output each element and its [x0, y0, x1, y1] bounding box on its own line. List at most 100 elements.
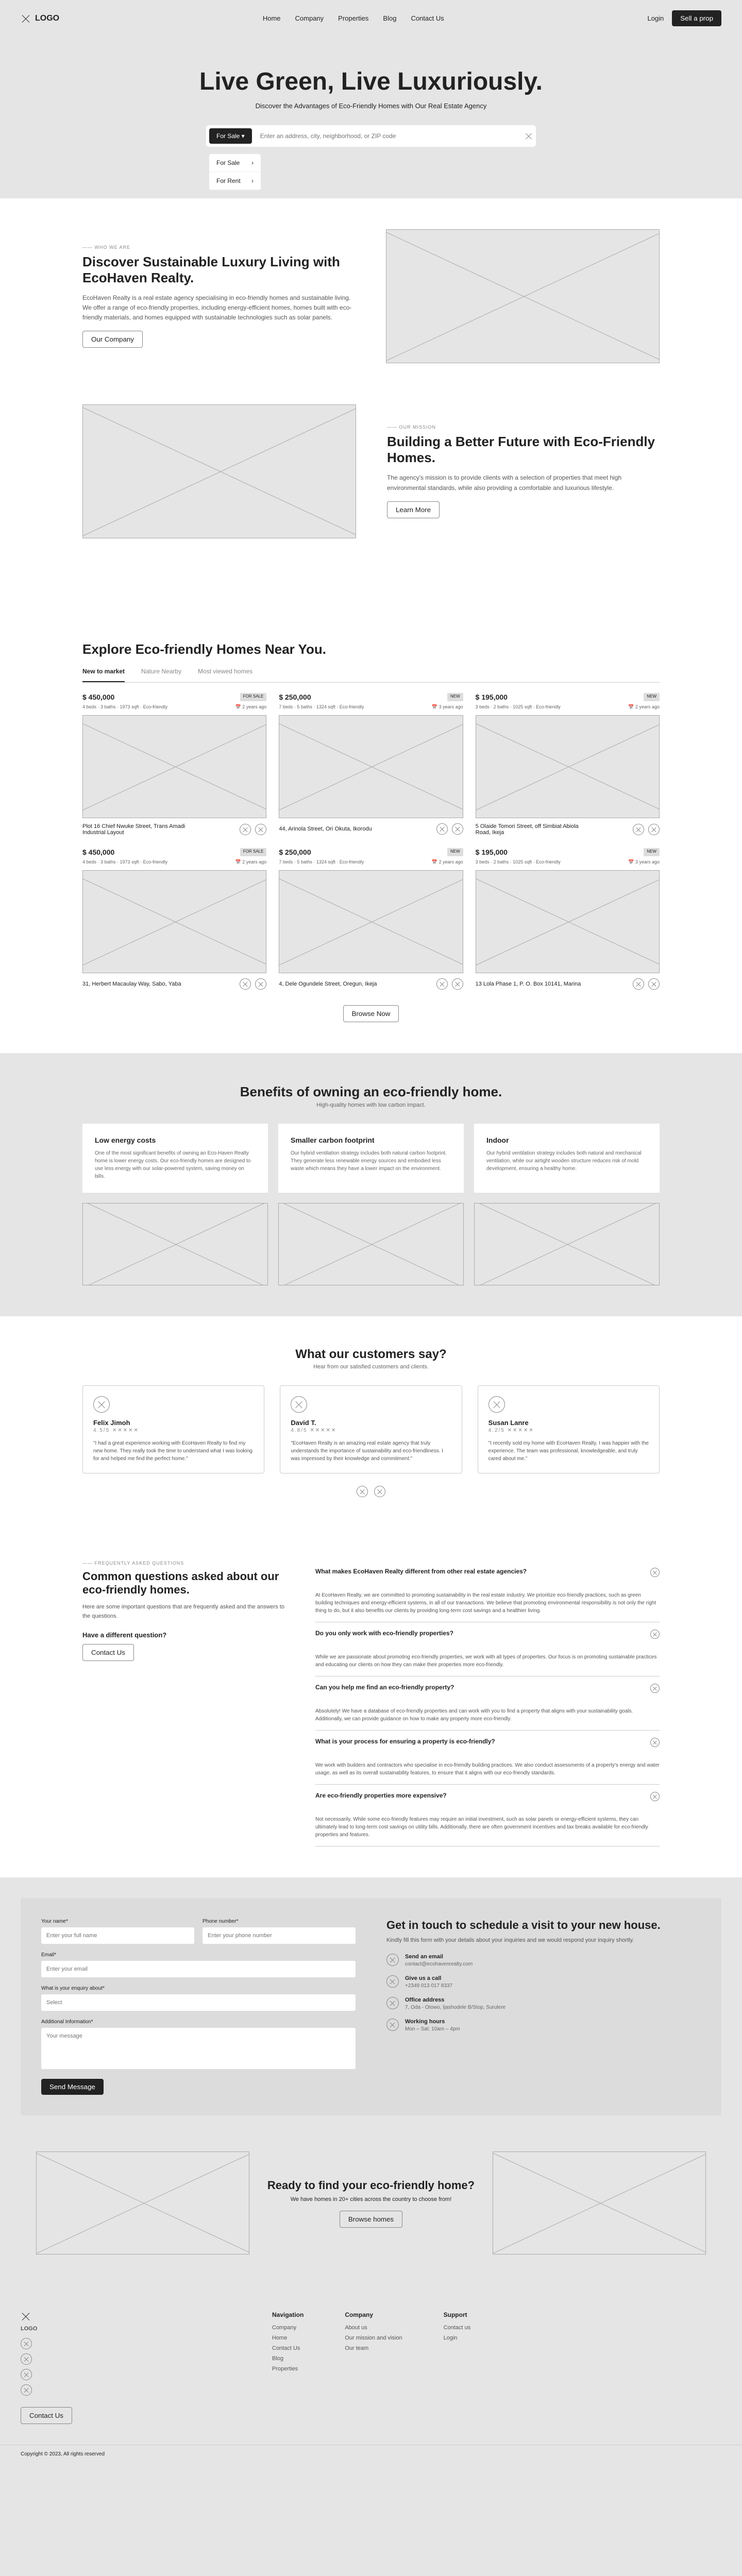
- logo[interactable]: LOGO: [21, 13, 59, 24]
- footer: LOGO Contact Us Navigation Company Home …: [0, 2291, 742, 2445]
- share-icon[interactable]: [452, 823, 463, 835]
- send-button[interactable]: Send Message: [41, 2079, 104, 2095]
- faq-item[interactable]: What makes EcoHaven Realty different fro…: [315, 1561, 660, 1622]
- benefit-image: [278, 1203, 464, 1285]
- info-icon: [386, 1997, 399, 2009]
- footer-link[interactable]: Our mission and vision: [345, 2335, 402, 2341]
- footer-link[interactable]: Our team: [345, 2345, 402, 2351]
- next-icon[interactable]: [374, 1486, 385, 1497]
- share-icon[interactable]: [255, 824, 266, 835]
- testimonial-card: Felix Jimoh4.5/5 ✕✕✕✕✕"I had a great exp…: [82, 1385, 264, 1473]
- social-icon[interactable]: [21, 2338, 32, 2349]
- contact-title: Get in touch to schedule a visit to your…: [386, 1919, 701, 1932]
- fav-icon[interactable]: [240, 978, 251, 990]
- dropdown-rent[interactable]: For Rent›: [209, 172, 261, 190]
- who-body: EcoHaven Realty is a real estate agency …: [82, 293, 355, 323]
- nav-contact[interactable]: Contact Us: [411, 14, 444, 22]
- fav-icon[interactable]: [436, 978, 448, 990]
- search-dropdown: For Sale› For Rent›: [209, 154, 261, 190]
- faq-answer: While we are passionate about promoting …: [315, 1653, 660, 1669]
- share-icon[interactable]: [648, 824, 660, 835]
- auth: Login Sell a prop: [647, 10, 721, 26]
- header: LOGO Home Company Properties Blog Contac…: [0, 0, 742, 37]
- cta-title: Ready to find your eco-friendly home?: [265, 2179, 477, 2192]
- rating: 4.5/5 ✕✕✕✕✕: [93, 1428, 254, 1433]
- listing-card[interactable]: $ 250,000NEW 7 beds · 5 baths · 1324 sqf…: [279, 848, 463, 990]
- browse-button[interactable]: Browse Now: [343, 1005, 399, 1022]
- sell-button[interactable]: Sell a prop: [672, 10, 721, 26]
- footer-link[interactable]: Properties: [272, 2366, 303, 2372]
- footer-link[interactable]: About us: [345, 2325, 402, 2331]
- search-bar: For Sale ▾ For Sale› For Rent›: [206, 125, 536, 147]
- collapse-icon[interactable]: [650, 1684, 660, 1693]
- address: 5 Olaide Tomori Street, off Simbiat Abio…: [476, 823, 586, 836]
- posted-ago: 📅 2 years ago: [432, 859, 463, 865]
- benefits-title: Benefits of owning an eco-friendly home.: [82, 1084, 660, 1100]
- faq-sub: Here are some important questions that a…: [82, 1603, 284, 1621]
- faq-diff-title: Have a different question?: [82, 1631, 284, 1639]
- fav-icon[interactable]: [633, 824, 644, 835]
- learn-more-button[interactable]: Learn More: [387, 501, 440, 518]
- info-label: Send an email: [405, 1954, 473, 1960]
- faq-contact-button[interactable]: Contact Us: [82, 1644, 134, 1661]
- footer-link[interactable]: Home: [272, 2335, 303, 2341]
- dropdown-sale[interactable]: For Sale›: [209, 154, 261, 172]
- cta-button[interactable]: Browse homes: [340, 2211, 402, 2228]
- share-icon[interactable]: [648, 978, 660, 990]
- faq-item[interactable]: Can you help me find an eco-friendly pro…: [315, 1676, 660, 1731]
- social-icon[interactable]: [21, 2384, 32, 2396]
- phone-input[interactable]: [203, 1927, 356, 1944]
- listing-card[interactable]: $ 195,000NEW 3 beds · 2 baths · 1025 sqf…: [476, 693, 660, 836]
- share-icon[interactable]: [255, 978, 266, 990]
- fav-icon[interactable]: [240, 824, 251, 835]
- prev-icon[interactable]: [357, 1486, 368, 1497]
- nav-company[interactable]: Company: [295, 14, 324, 22]
- collapse-icon[interactable]: [650, 1738, 660, 1747]
- search-type-select[interactable]: For Sale ▾: [209, 128, 252, 144]
- footer-link[interactable]: Contact Us: [272, 2345, 303, 2351]
- login-link[interactable]: Login: [647, 14, 664, 22]
- nav-home[interactable]: Home: [263, 14, 281, 22]
- footer-link[interactable]: Company: [272, 2325, 303, 2331]
- faq: —— FREQUENTLY ASKED QUESTIONS Common que…: [0, 1530, 742, 1877]
- fav-icon[interactable]: [633, 978, 644, 990]
- search-input[interactable]: [256, 128, 516, 144]
- social-icon[interactable]: [21, 2369, 32, 2380]
- listing-card[interactable]: $ 450,000FOR SALE 4 beds · 3 baths · 197…: [82, 693, 266, 836]
- listing-card[interactable]: $ 450,000FOR SALE 4 beds · 3 baths · 197…: [82, 848, 266, 990]
- collapse-icon[interactable]: [650, 1568, 660, 1577]
- about-label: What is your enquiry about*: [41, 1986, 356, 1991]
- info-value: +2349 013 017 8337: [405, 1983, 452, 1989]
- message-input[interactable]: [41, 2028, 356, 2069]
- footer-link[interactable]: Contact us: [444, 2325, 471, 2331]
- collapse-icon[interactable]: [650, 1792, 660, 1801]
- nav-properties[interactable]: Properties: [338, 14, 368, 22]
- nav-blog[interactable]: Blog: [383, 14, 396, 22]
- footer-link[interactable]: Login: [444, 2335, 471, 2341]
- faq-title: Common questions asked about our eco-fri…: [82, 1570, 284, 1597]
- share-icon[interactable]: [452, 978, 463, 990]
- faq-item[interactable]: What is your process for ensuring a prop…: [315, 1731, 660, 1785]
- email-input[interactable]: [41, 1961, 356, 1977]
- social-icon[interactable]: [21, 2353, 32, 2365]
- fav-icon[interactable]: [436, 823, 448, 835]
- name-input[interactable]: [41, 1927, 194, 1944]
- collapse-icon[interactable]: [650, 1630, 660, 1639]
- tab-nature[interactable]: Nature Nearby: [141, 668, 181, 682]
- tab-new[interactable]: New to market: [82, 668, 125, 682]
- footer-link[interactable]: Blog: [272, 2355, 303, 2362]
- footer-logo[interactable]: LOGO: [21, 2311, 231, 2332]
- close-icon[interactable]: [520, 132, 529, 140]
- about-select[interactable]: [41, 1994, 356, 2011]
- listing-card[interactable]: $ 195,000NEW 3 beds · 2 baths · 1025 sqf…: [476, 848, 660, 990]
- tab-viewed[interactable]: Most viewed homes: [198, 668, 252, 682]
- status-badge: FOR SALE: [240, 848, 267, 856]
- logo-icon: [21, 13, 31, 24]
- listing-card[interactable]: $ 250,000NEW 7 beds · 5 baths · 1324 sqf…: [279, 693, 463, 836]
- posted-ago: 📅 2 years ago: [235, 704, 267, 710]
- our-company-button[interactable]: Our Company: [82, 331, 143, 348]
- avatar-icon: [488, 1396, 505, 1413]
- footer-contact-button[interactable]: Contact Us: [21, 2407, 72, 2424]
- faq-item[interactable]: Do you only work with eco-friendly prope…: [315, 1622, 660, 1676]
- faq-item[interactable]: Are eco-friendly properties more expensi…: [315, 1785, 660, 1846]
